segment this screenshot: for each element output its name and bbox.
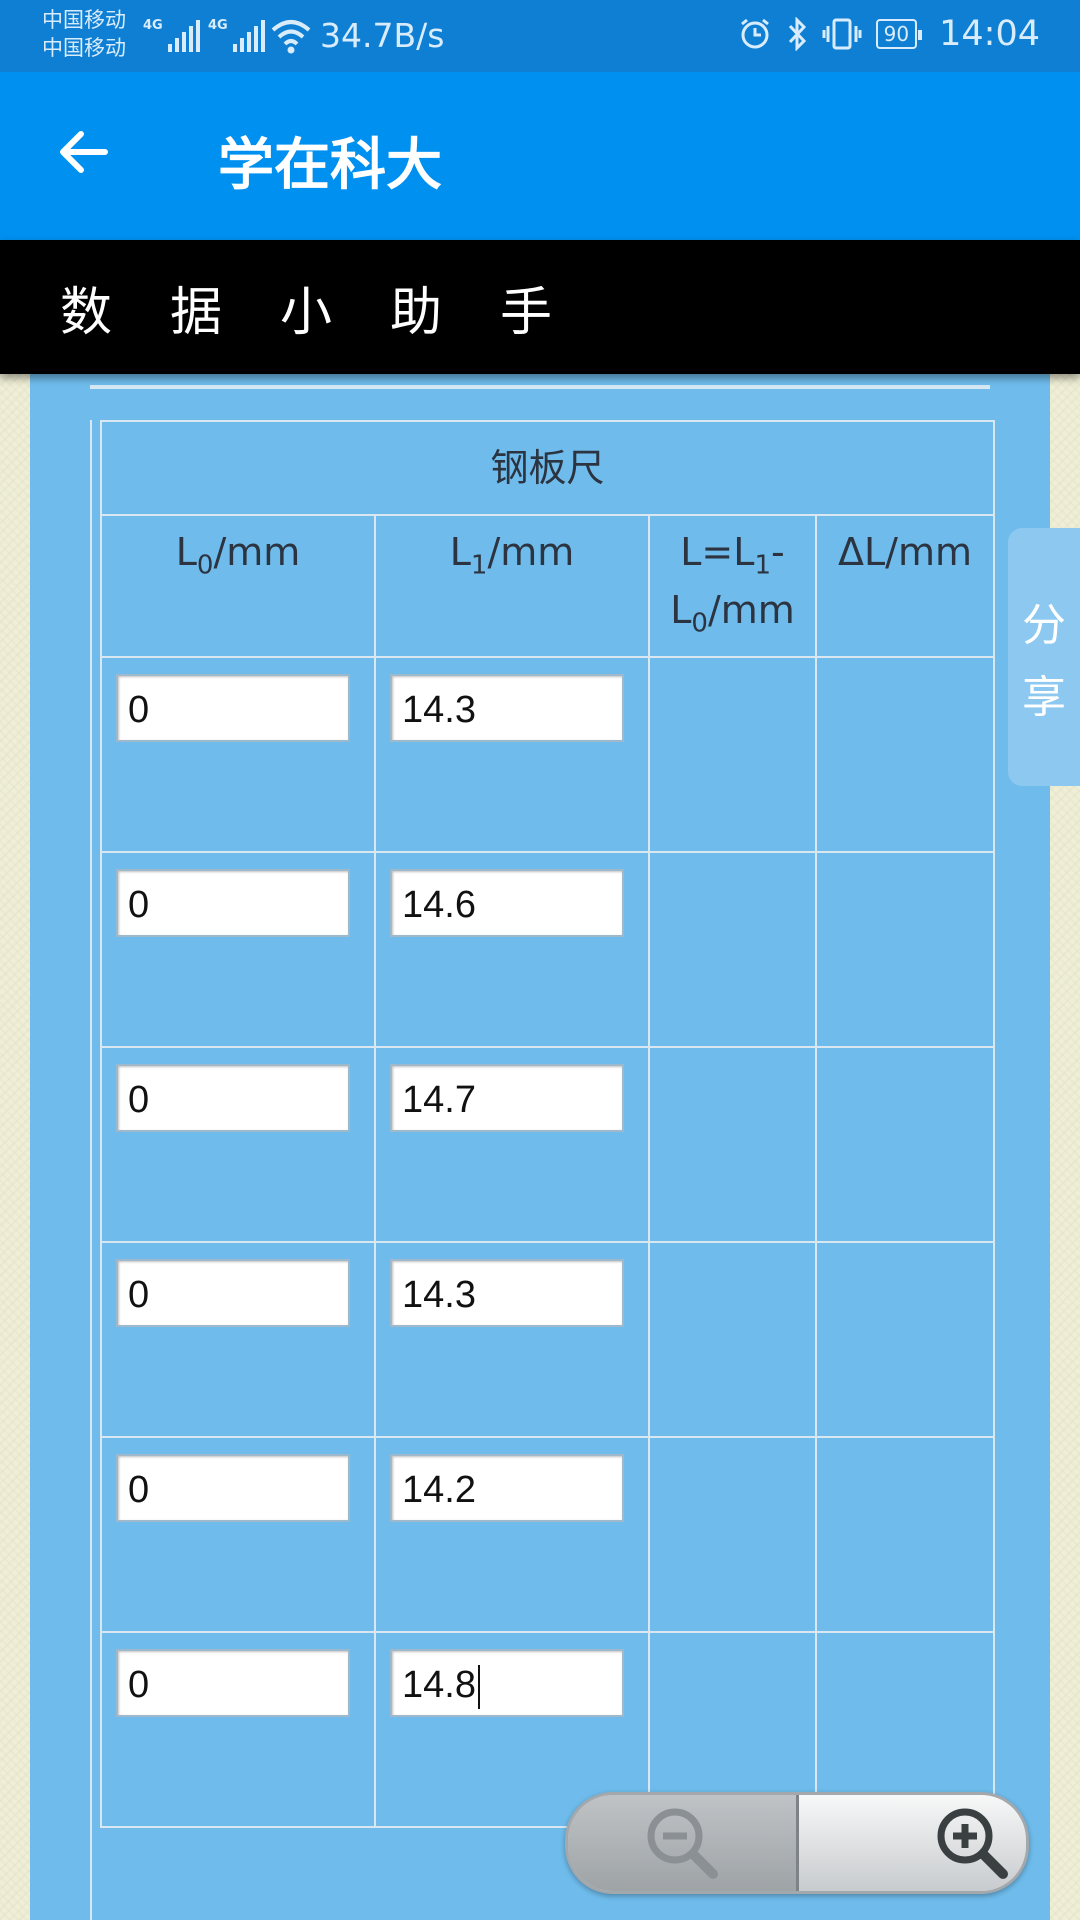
battery-icon: 90: [875, 19, 923, 49]
zoom-in-icon: [937, 1808, 1009, 1879]
network-speed: 34.7B/s: [320, 16, 445, 55]
table-row: 0 14.6: [100, 851, 995, 1048]
l0-input[interactable]: 0: [116, 1259, 350, 1327]
l0-input[interactable]: 0: [116, 1649, 350, 1717]
column-header-delta-l: ΔL/mm: [815, 514, 995, 658]
carrier-2: 中国移动: [42, 36, 126, 60]
delta-l-cell: [815, 1046, 995, 1243]
status-bar: 中国移动 中国移动 4G 4G 34.7B/s 90 14:04: [0, 0, 1080, 72]
divider: [90, 385, 990, 389]
share-tab[interactable]: 分 享: [1008, 528, 1080, 786]
app-title: 学在科大: [218, 133, 442, 198]
table-row: 0 14.2: [100, 1436, 995, 1633]
l1-input[interactable]: 14.2: [390, 1454, 624, 1522]
delta-l-cell: [815, 851, 995, 1048]
delta-l-cell: [815, 1241, 995, 1438]
l-cell: [648, 656, 817, 853]
l1-input[interactable]: 14.3: [390, 674, 624, 742]
signal-icon: 4G: [143, 18, 200, 52]
delta-l-cell: [815, 1436, 995, 1633]
text-cursor: [477, 1664, 480, 1709]
column-header-l1: L1/mm: [374, 514, 650, 658]
wifi-icon: [271, 20, 311, 54]
l0-input[interactable]: 0: [116, 1454, 350, 1522]
l-cell: [648, 851, 817, 1048]
l1-input[interactable]: 14.7: [390, 1064, 624, 1132]
app-bar: 学在科大: [0, 72, 1080, 240]
table-row: 0 14.7: [100, 1046, 995, 1243]
l0-input[interactable]: 0: [116, 1064, 350, 1132]
bluetooth-icon: [788, 17, 806, 51]
l1-input[interactable]: 14.3: [390, 1259, 624, 1327]
share-label-2: 享: [1022, 672, 1066, 723]
l0-input[interactable]: 0: [116, 869, 350, 937]
column-header-l: L=L1- L0/mm: [648, 514, 817, 658]
column-header-l0: L0/mm: [100, 514, 376, 658]
zoom-out-button[interactable]: [568, 1795, 799, 1891]
data-table: 钢板尺 L0/mm L1/mm L=L1- L0/mm ΔL/mm 0 14.3 …: [100, 420, 995, 1828]
clock: 14:04: [939, 14, 1040, 54]
l-cell: [648, 1046, 817, 1243]
l-cell: [648, 1436, 817, 1633]
l-cell: [648, 1241, 817, 1438]
page-header: 数据小助手: [0, 240, 1080, 374]
delta-l-cell: [815, 656, 995, 853]
l0-input[interactable]: 0: [116, 674, 350, 742]
l1-input-value: 14.8: [402, 1664, 476, 1706]
table-row: 0 14.3: [100, 1241, 995, 1438]
l1-input-active[interactable]: 14.8: [390, 1649, 624, 1717]
table-caption: 钢板尺: [100, 420, 995, 516]
alarm-icon: [740, 18, 769, 49]
zoom-control: [565, 1792, 1029, 1894]
zoom-in-button[interactable]: [798, 1795, 1026, 1891]
table-row: 0 14.3: [100, 656, 995, 853]
carrier-labels: 中国移动 中国移动: [42, 6, 126, 62]
network-type-1: 4G: [143, 18, 163, 33]
share-label-1: 分: [1022, 600, 1066, 651]
l1-input[interactable]: 14.6: [390, 869, 624, 937]
carrier-1: 中国移动: [42, 8, 126, 32]
zoom-out-icon: [647, 1808, 718, 1879]
page-title: 数据小助手: [60, 283, 611, 343]
back-arrow-icon[interactable]: [55, 122, 115, 182]
network-type-2: 4G: [208, 18, 228, 33]
signal-icon-2: 4G: [208, 18, 265, 52]
table-left-border: [90, 420, 92, 1920]
vibrate-icon: [822, 18, 862, 50]
